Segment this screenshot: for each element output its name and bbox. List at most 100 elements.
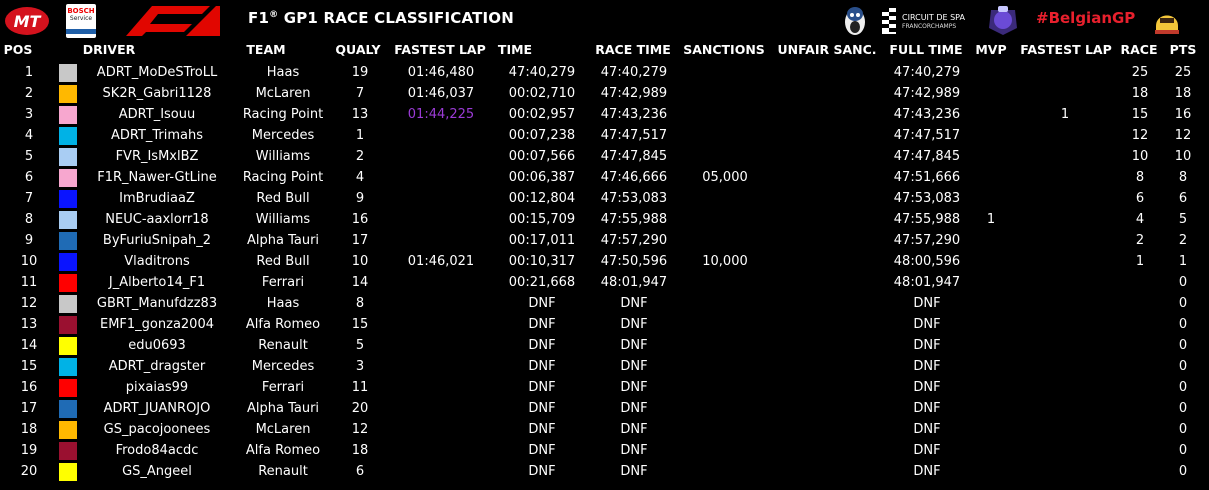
team-name: Alpha Tauri — [246, 401, 320, 416]
table-row: 8 NEUC-aaxlorr18 Williams 16 00:15,709 47:55,… — [0, 209, 1209, 230]
driver-name: ADRT_Trimahs — [110, 128, 204, 143]
qualy-position: 9 — [355, 191, 365, 206]
full-time: DNF — [913, 464, 941, 479]
full-time: 47:40,279 — [893, 65, 961, 80]
table-row: 2 SK2R_Gabri1128 McLaren 7 01:46,037 00:02,71… — [0, 83, 1209, 104]
table-row: 17 ADRT_JUANROJO Alpha Tauri 20 DNF DNF DNF 0 — [0, 398, 1209, 419]
sanction-time: 10,000 — [702, 254, 748, 269]
table-row: 16 pixaias99 Ferrari 11 DNF DNF DNF 0 — [0, 377, 1209, 398]
total-points: 0 — [1178, 338, 1188, 353]
gap-time: DNF — [528, 338, 556, 353]
total-points: 16 — [1174, 107, 1192, 122]
qualy-position: 12 — [351, 422, 369, 437]
race-time: DNF — [620, 464, 648, 479]
column-header-sanctions: SANCTIONS — [683, 42, 765, 57]
team-name: Mercedes — [251, 359, 315, 374]
pos-cell: 8 — [24, 212, 34, 227]
full-time: DNF — [913, 401, 941, 416]
team-color-swatch — [59, 316, 77, 334]
total-points: 5 — [1178, 212, 1188, 227]
driver-name: Vladitrons — [124, 254, 190, 269]
team-color-swatch — [59, 400, 77, 418]
total-points: 8 — [1178, 170, 1188, 185]
pos-cell: 6 — [24, 170, 34, 185]
spa-logo-text: CIRCUIT DE SPA — [902, 13, 965, 22]
race-points: 10 — [1131, 149, 1149, 164]
race-time: 47:42,989 — [600, 86, 668, 101]
pos-cell: 5 — [24, 149, 34, 164]
pos-cell: 19 — [20, 443, 38, 458]
race-points: 8 — [1135, 170, 1145, 185]
pos-cell: 10 — [20, 254, 38, 269]
page-title: F1® GP1 RACE CLASSIFICATION — [248, 9, 515, 27]
sanction-time: 05,000 — [702, 170, 748, 185]
pos-cell: 15 — [20, 359, 38, 374]
column-header-driver: DRIVER — [82, 42, 136, 57]
column-header-unfair-sanctions: UNFAIR SANC. — [777, 42, 877, 57]
qualy-position: 2 — [355, 149, 365, 164]
gap-time: 00:21,668 — [508, 275, 576, 290]
qualy-position: 1 — [355, 128, 365, 143]
gap-time: 00:17,011 — [508, 233, 576, 248]
race-time: 47:47,517 — [600, 128, 668, 143]
team-color-swatch — [59, 64, 77, 82]
race-time: 47:46,666 — [600, 170, 668, 185]
total-points: 0 — [1178, 359, 1188, 374]
table-row: 18 GS_pacojoonees McLaren 12 DNF DNF DNF 0 — [0, 419, 1209, 440]
table-row: 6 F1R_Nawer-GtLine Racing Point 4 00:06,387 4… — [0, 167, 1209, 188]
qualy-position: 10 — [351, 254, 369, 269]
helmet-logo — [1155, 15, 1179, 34]
circuit-de-spa-logo: CIRCUIT DE SPA FRANCORCHAMPS — [880, 8, 970, 36]
qualy-position: 7 — [355, 86, 365, 101]
team-color-swatch — [59, 85, 77, 103]
qualy-position: 14 — [351, 275, 369, 290]
table-row: 20 GS_Angeel Renault 6 DNF DNF DNF 0 — [0, 461, 1209, 482]
total-points: 25 — [1174, 65, 1192, 80]
driver-name: EMF1_gonza2004 — [100, 317, 214, 332]
race-points: 12 — [1131, 128, 1149, 143]
column-header-fastest-lap-points: FASTEST LAP — [1020, 42, 1112, 57]
column-header-qualy: QUALY — [335, 42, 381, 57]
pos-cell: 20 — [20, 464, 38, 479]
qualy-position: 11 — [351, 380, 369, 395]
team-color-swatch — [59, 295, 77, 313]
column-header-pos: POS — [3, 42, 33, 57]
gap-time: DNF — [528, 296, 556, 311]
table-row: 1 ADRT_MoDeSTroLL Haas 19 01:46,480 47:40,279… — [0, 62, 1209, 83]
team-name: McLaren — [255, 86, 311, 101]
qualy-position: 20 — [351, 401, 369, 416]
team-color-swatch — [59, 379, 77, 397]
pos-cell: 7 — [24, 191, 34, 206]
fastest-lap-time: 01:46,021 — [407, 254, 475, 269]
qualy-position: 4 — [355, 170, 365, 185]
pos-cell: 11 — [20, 275, 38, 290]
full-time: 47:42,989 — [893, 86, 961, 101]
team-name: Ferrari — [261, 275, 305, 290]
table-row: 7 ImBrudiaaZ Red Bull 9 00:12,804 47:53,083 47… — [0, 188, 1209, 209]
team-color-swatch — [59, 232, 77, 250]
table-row: 3 ADRT_Isouu Racing Point 13 01:44,225 00:02,… — [0, 104, 1209, 125]
gap-time: 00:06,387 — [508, 170, 576, 185]
total-points: 0 — [1178, 380, 1188, 395]
team-name: Haas — [266, 65, 300, 80]
race-time: 47:50,596 — [600, 254, 668, 269]
gap-time: 00:15,709 — [508, 212, 576, 227]
driver-name: F1R_Nawer-GtLine — [97, 170, 217, 185]
gap-time: 00:07,238 — [508, 128, 576, 143]
race-time: 47:55,988 — [600, 212, 668, 227]
gap-time: 00:02,710 — [508, 86, 576, 101]
full-time: 47:47,845 — [893, 149, 961, 164]
team-color-swatch — [59, 358, 77, 376]
fastest-lap-time: 01:46,037 — [407, 86, 475, 101]
driver-name: FVR_IsMxlBZ — [115, 149, 199, 164]
race-time: DNF — [620, 359, 648, 374]
qualy-position: 16 — [351, 212, 369, 227]
full-time: DNF — [913, 443, 941, 458]
team-name: Renault — [258, 464, 308, 479]
total-points: 0 — [1178, 443, 1188, 458]
fastest-lap-time: 01:44,225 — [407, 107, 475, 122]
race-points: 25 — [1131, 65, 1149, 80]
column-header-mvp: MVP — [975, 42, 1007, 57]
svg-text:®: ® — [208, 31, 213, 38]
table-row: 19 Frodo84acdc Alfa Romeo 18 DNF DNF DNF 0 — [0, 440, 1209, 461]
